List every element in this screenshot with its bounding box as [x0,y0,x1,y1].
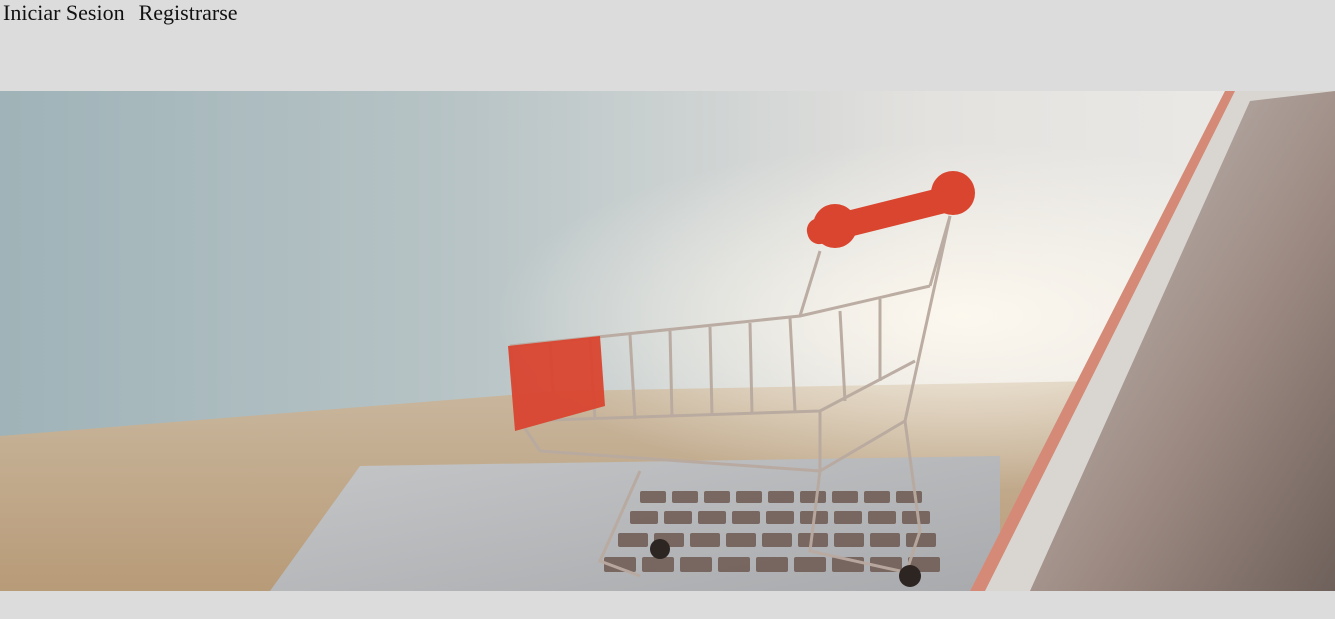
register-link[interactable]: Registrarse [139,0,238,26]
top-bar: Iniciar Sesion Registrarse [0,0,1335,91]
bottom-bar [0,591,1335,619]
hero-banner [0,91,1335,591]
auth-nav: Iniciar Sesion Registrarse [3,0,238,26]
hero-image [0,91,1335,591]
login-link[interactable]: Iniciar Sesion [3,0,125,26]
